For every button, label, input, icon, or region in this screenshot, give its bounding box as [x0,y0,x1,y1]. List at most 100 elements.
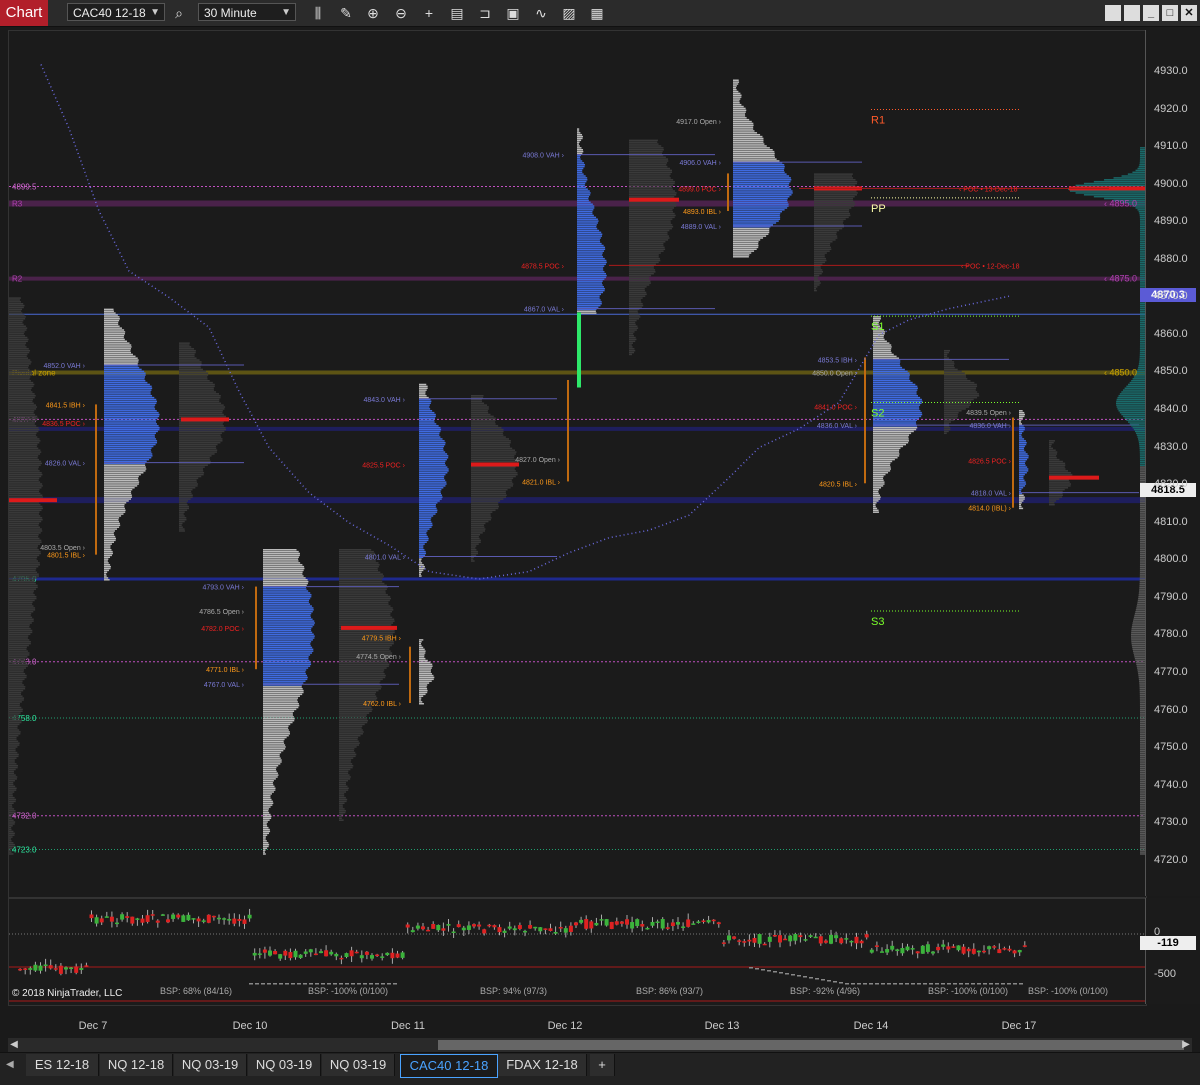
profile-row [104,464,146,466]
profile-label: 4836.5 POC › [42,421,85,428]
profile-row [419,686,427,688]
profile-row [733,241,759,243]
ghost-profile-row [9,701,22,703]
grid-icon[interactable]: ▦ [587,3,607,23]
profile-row [577,252,603,254]
interval-selector[interactable]: 30 Minute ▼ [198,3,296,21]
ghost-profile-row [629,188,673,190]
delta-candle [23,968,28,970]
ghost-profile-row [471,404,488,406]
ghost-profile-row [9,627,31,630]
initial-balance-bar [95,404,97,555]
draw-icon[interactable]: ✎ [336,3,356,23]
tab-fdax-12-18[interactable]: FDAX 12-18 [498,1054,587,1076]
ghost-profile-row [9,682,23,684]
delta-candle [788,935,793,942]
profile-row [263,582,308,585]
ghost-profile-row [814,259,827,262]
profile-row [873,349,891,352]
ghost-profile-row [9,331,25,333]
ghost-profile-row [9,522,40,525]
ghost-profile-row [9,349,31,352]
instrument-selector[interactable]: CAC40 12-18 ▼ [67,3,165,21]
ghost-profile-row [9,385,34,388]
zoom-out-icon[interactable]: ⊖ [391,3,411,23]
tab-es-12-18[interactable]: ES 12-18 [26,1054,99,1076]
tab-nq-12-18[interactable]: NQ 12-18 [100,1054,173,1076]
profile-row [104,520,119,523]
strategy-icon[interactable]: ▣ [503,3,523,23]
maximize-icon[interactable] [1124,5,1140,21]
indicator-icon[interactable]: ∿ [531,3,551,23]
bar-type-icon[interactable]: ⫼ [308,3,328,23]
profile-row [104,449,151,451]
restore-icon[interactable] [1105,5,1121,21]
ghost-profile-row [471,458,516,461]
cum-delta-dash [785,973,789,975]
profile-row [1019,413,1025,416]
ghost-profile-row [9,434,36,436]
ghost-profile-row [471,515,491,517]
profile-row [104,434,155,436]
properties-icon[interactable]: ▤ [447,3,467,23]
profile-row [104,389,152,391]
profile-row [263,810,269,812]
profile-row [419,646,424,649]
cum-delta-dash [267,983,271,985]
profile-row [419,532,427,534]
profile-row [104,505,125,508]
add-tab-button[interactable]: + [590,1054,615,1076]
ghost-profile-row [9,550,41,553]
zoom-in-icon[interactable]: ⊕ [363,3,383,23]
scroll-right-icon[interactable]: ▶ [1180,1038,1192,1052]
data-box-icon[interactable]: ⊐ [475,3,495,23]
profile-row [873,443,906,446]
poc-marker [9,498,57,503]
tab-scroll-left-icon[interactable]: ◀ [6,1059,20,1073]
ghost-profile-row [9,417,39,420]
close-icon[interactable]: ✕ [1181,5,1197,21]
price-axis-tick: 4770.0 [1154,665,1188,678]
crosshair-icon[interactable]: + [419,3,439,23]
profile-row [263,708,297,711]
profile-label: 4841.0 POC › [814,404,857,411]
scroll-thumb[interactable] [438,1040,1184,1050]
profile-row [104,481,140,483]
ghost-profile-row [9,612,32,615]
ghost-profile-row [9,800,16,803]
delta-candle [313,953,318,956]
profile-row [263,796,271,799]
scroll-left-icon[interactable]: ◀ [8,1038,20,1052]
ghost-profile-row [9,567,37,570]
price-axis[interactable]: 4870.3 4818.5 4930.0 4920.0 4910.0 4900.0 48… [1140,30,1200,896]
price-panel[interactable]: 4899.5R3R2Pivotal zone4837.54795.04773.0… [8,30,1147,898]
ghost-profile-row [944,357,949,359]
profile-row [419,539,429,542]
profile-row [733,128,754,130]
maximize-icon[interactable]: □ [1162,5,1178,21]
templates-icon[interactable]: ▨ [559,3,579,23]
horizontal-scrollbar[interactable]: ◀ ▶ [8,1038,1192,1052]
ghost-profile-row [9,789,17,791]
profile-row [104,308,114,311]
profile-row [104,526,120,528]
ghost-profile-row [629,312,639,314]
ghost-profile-row [9,808,15,810]
tab-cac40-12-18[interactable]: CAC40 12-18 [400,1054,498,1078]
tab-nq-03-19-a[interactable]: NQ 03-19 [174,1054,247,1076]
profile-row [733,111,746,113]
ghost-profile-row [629,167,670,170]
ghost-profile-row [339,727,362,729]
search-icon[interactable]: ⌕ [169,3,189,23]
cum-delta-dash [839,982,843,984]
initial-balance-bar [567,379,569,482]
ghost-profile-row [629,195,675,198]
profile-row [577,280,603,282]
profile-row [419,520,432,523]
ghost-profile-row [9,458,40,461]
tab-nq-03-19-c[interactable]: NQ 03-19 [322,1054,395,1076]
delta-candle [222,918,227,920]
time-axis[interactable]: Dec 7 Dec 10 Dec 11 Dec 12 Dec 13 Dec 14 Dec 1… [8,1006,1145,1036]
tab-nq-03-19-b[interactable]: NQ 03-19 [248,1054,321,1076]
minimize-icon[interactable]: _ [1143,5,1159,21]
